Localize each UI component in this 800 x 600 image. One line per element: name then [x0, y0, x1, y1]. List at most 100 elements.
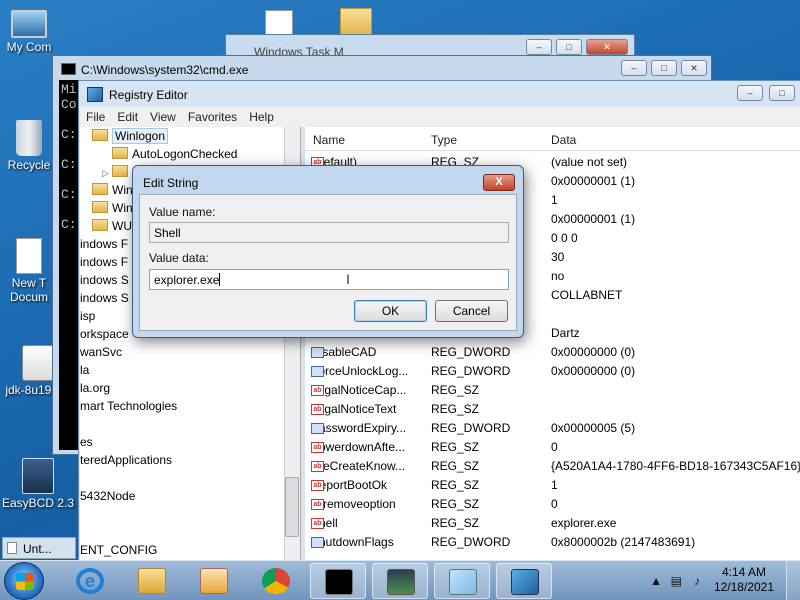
- tree-node[interactable]: Win: [92, 201, 133, 215]
- notepad-icon: [449, 569, 477, 595]
- window-title: C:\Windows\system32\cmd.exe: [81, 63, 249, 77]
- value-data-cell: 0x00000001 (1): [551, 174, 636, 188]
- minimize-button[interactable]: –: [737, 85, 763, 101]
- desktop-icon-recycle-bin[interactable]: Recycle: [0, 120, 58, 172]
- close-button[interactable]: X: [483, 174, 515, 191]
- table-row[interactable]: ab Shell REG_SZ explorer.exe: [305, 514, 800, 533]
- desktop-icon-label: EasyBCD 2.3: [1, 496, 75, 510]
- tree-node[interactable]: WU: [92, 219, 132, 233]
- close-button[interactable]: ✕: [681, 60, 707, 76]
- string-value-icon: ab: [311, 385, 324, 396]
- binary-value-icon: [311, 347, 324, 358]
- tree-node[interactable]: es: [80, 435, 93, 449]
- tree-node[interactable]: isp: [80, 309, 95, 323]
- table-row[interactable]: ab PowerdownAfte... REG_SZ 0: [305, 438, 800, 457]
- tree-node[interactable]: indows F: [80, 255, 128, 269]
- tree-node[interactable]: ▷: [102, 165, 132, 179]
- volume-icon[interactable]: ♪: [694, 574, 700, 588]
- table-row[interactable]: DisableCAD REG_DWORD 0x00000000 (0): [305, 343, 800, 362]
- internet-explorer-icon: e: [76, 568, 104, 594]
- value-data-cell: 0x00000000 (0): [551, 345, 636, 359]
- minimized-window-button[interactable]: Unt...: [2, 537, 76, 559]
- value-name-cell: ab LegalNoticeCap...: [311, 383, 406, 397]
- taskbar-file-explorer[interactable]: [124, 563, 180, 599]
- tree-node[interactable]: orkspace: [80, 327, 129, 341]
- minimize-button[interactable]: –: [621, 60, 647, 76]
- table-row[interactable]: ab PreCreateKnow... REG_SZ {A520A1A4-1780-4…: [305, 457, 800, 476]
- taskbar-internet-explorer[interactable]: e: [62, 563, 118, 599]
- folder-icon: [138, 568, 166, 594]
- desktop-document-icon[interactable]: [265, 10, 293, 36]
- windows-logo-icon: [16, 573, 34, 590]
- show-desktop-button[interactable]: [786, 561, 800, 600]
- column-header-data[interactable]: Data: [551, 133, 576, 147]
- taskbar-media-player[interactable]: [186, 563, 242, 599]
- taskbar-task-manager[interactable]: [372, 563, 428, 599]
- cancel-button[interactable]: Cancel: [435, 300, 508, 322]
- column-header-type[interactable]: Type: [431, 133, 457, 147]
- tree-node[interactable]: 5432Node: [80, 489, 135, 503]
- maximize-button[interactable]: □: [651, 60, 677, 76]
- ok-button[interactable]: OK: [354, 300, 427, 322]
- tree-node[interactable]: la.org: [80, 381, 110, 395]
- menu-file[interactable]: File: [80, 107, 111, 127]
- value-type-cell: REG_DWORD: [431, 364, 511, 378]
- taskbar-registry-editor[interactable]: [496, 563, 552, 599]
- task-manager-icon: [387, 569, 415, 595]
- desktop-icon-easybcd[interactable]: EasyBCD 2.3: [0, 458, 76, 510]
- table-row[interactable]: ab LegalNoticeCap... REG_SZ: [305, 381, 800, 400]
- scrollbar-thumb[interactable]: [285, 477, 299, 537]
- value-name-label: Value name:: [149, 205, 216, 219]
- menu-help[interactable]: Help: [243, 107, 280, 127]
- tree-node[interactable]: wanSvc: [80, 345, 122, 359]
- table-row[interactable]: ab scremoveoption REG_SZ 0: [305, 495, 800, 514]
- table-row[interactable]: ab ReportBootOk REG_SZ 1: [305, 476, 800, 495]
- expand-arrow-icon[interactable]: ▷: [102, 168, 109, 178]
- tree-node[interactable]: teredApplications: [80, 453, 172, 467]
- tree-node[interactable]: Win: [92, 183, 133, 197]
- value-type-cell: REG_SZ: [431, 440, 480, 454]
- desktop-icon-label: Recycle: [7, 158, 51, 172]
- tree-node-winlogon[interactable]: Winlogon: [92, 128, 169, 144]
- menu-favorites[interactable]: Favorites: [182, 107, 243, 127]
- value-data-cell: 1: [551, 193, 558, 207]
- desktop-icon-my-computer[interactable]: My Com: [0, 10, 58, 54]
- tree-node[interactable]: indows S: [80, 291, 129, 305]
- value-data-cell: 30: [551, 250, 565, 264]
- tree-node[interactable]: indows F: [80, 237, 128, 251]
- binary-value-icon: [311, 537, 324, 548]
- system-clock[interactable]: 4:14 AM 12/18/2021: [714, 565, 774, 595]
- table-row[interactable]: ForceUnlockLog... REG_DWORD 0x00000000 (0): [305, 362, 800, 381]
- maximize-button[interactable]: □: [556, 39, 582, 55]
- table-row[interactable]: PasswordExpiry... REG_DWORD 0x00000005 (5): [305, 419, 800, 438]
- desktop-folder-icon[interactable]: [340, 8, 372, 36]
- taskbar-notepad[interactable]: [434, 563, 490, 599]
- menu-edit[interactable]: Edit: [111, 107, 144, 127]
- value-name-cell: ab ReportBootOk: [311, 478, 387, 492]
- network-icon[interactable]: ▤: [671, 574, 682, 588]
- column-header-name[interactable]: Name: [313, 133, 345, 147]
- value-name-text: PowerdownAfte...: [311, 440, 406, 454]
- registry-editor-icon: [87, 87, 103, 102]
- menu-view[interactable]: View: [144, 107, 182, 127]
- table-row[interactable]: ShutdownFlags REG_DWORD 0x8000002b (214748…: [305, 533, 800, 552]
- table-row[interactable]: ab LegalNoticeText REG_SZ: [305, 400, 800, 419]
- value-data-cell: 1: [551, 478, 558, 492]
- value-data-input[interactable]: explorer.exe I: [149, 269, 509, 290]
- value-type-cell: REG_SZ: [431, 497, 480, 511]
- taskbar-cmd[interactable]: [310, 563, 366, 599]
- taskbar-chrome[interactable]: [248, 563, 304, 599]
- desktop-icon-new-text-document[interactable]: New T Docum: [0, 238, 58, 304]
- edit-string-dialog[interactable]: Edit String X Value name: Shell Value da…: [132, 165, 524, 338]
- show-hidden-icons-icon[interactable]: ▲: [650, 574, 662, 588]
- tree-node[interactable]: mart Technologies: [80, 399, 177, 413]
- tree-node[interactable]: la: [80, 363, 89, 377]
- tree-node[interactable]: ENT_CONFIG: [80, 543, 157, 557]
- maximize-button[interactable]: □: [769, 85, 795, 101]
- tree-node[interactable]: AutoLogonChecked: [112, 147, 237, 161]
- tree-node[interactable]: indows S: [80, 273, 129, 287]
- start-button[interactable]: [4, 562, 44, 600]
- string-value-icon: ab: [311, 404, 324, 415]
- minimize-button[interactable]: –: [526, 39, 552, 55]
- close-button[interactable]: ✕: [586, 39, 628, 55]
